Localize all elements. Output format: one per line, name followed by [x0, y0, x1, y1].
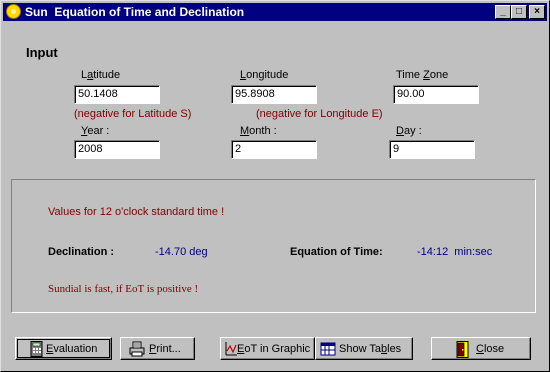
day-input[interactable]: 9: [389, 140, 475, 159]
door-exit-icon: [456, 341, 469, 358]
year-input[interactable]: 2008: [74, 140, 160, 159]
longitude-note: (negative for Longitude E): [256, 108, 383, 120]
calculator-icon: [30, 341, 43, 357]
latitude-label: Latitude: [81, 69, 121, 81]
month-input[interactable]: 2: [231, 140, 317, 159]
printer-icon: [129, 341, 145, 357]
values-note: Values for 12 o'clock standard time !: [48, 206, 225, 218]
results-panel: Values for 12 o'clock standard time ! De…: [11, 179, 536, 313]
day-label: Day :: [396, 125, 422, 137]
print-button[interactable]: Print...: [120, 337, 195, 360]
minimize-button[interactable]: _: [495, 5, 511, 19]
month-label: Month :: [240, 125, 277, 137]
sundial-note: Sundial is fast, if EoT is positive !: [48, 283, 199, 295]
year-label: Year :: [81, 125, 110, 137]
eot-graphic-button[interactable]: EoT in Graphic: [220, 337, 315, 360]
main-window: Sun Equation of Time and Declination _ □…: [0, 0, 550, 372]
latitude-input[interactable]: 50.1408: [74, 85, 160, 104]
title-bar[interactable]: Sun Equation of Time and Declination _ □…: [3, 3, 547, 21]
longitude-input[interactable]: 95.8908: [231, 85, 317, 104]
eot-value: -14:12 min:sec: [417, 246, 493, 258]
sun-icon: [6, 4, 21, 19]
close-window-button[interactable]: ×: [529, 5, 545, 19]
eot-label: Equation of Time:: [290, 246, 383, 258]
timezone-label: Time Zone: [396, 69, 449, 81]
close-button[interactable]: Close: [431, 337, 531, 360]
declination-label: Declination :: [48, 246, 115, 258]
timezone-input[interactable]: 90.00: [393, 85, 479, 104]
show-tables-button[interactable]: Show Tables: [315, 337, 413, 360]
longitude-label: Longitude: [240, 69, 289, 81]
window-title: Sun Equation of Time and Declination: [25, 5, 245, 19]
maximize-button[interactable]: □: [511, 5, 527, 19]
declination-value: -14.70 deg: [155, 246, 208, 258]
evaluation-button[interactable]: Evaluation: [15, 337, 112, 360]
table-icon: [320, 342, 336, 356]
latitude-note: (negative for Latitude S): [74, 108, 192, 120]
input-heading: Input: [26, 45, 58, 60]
